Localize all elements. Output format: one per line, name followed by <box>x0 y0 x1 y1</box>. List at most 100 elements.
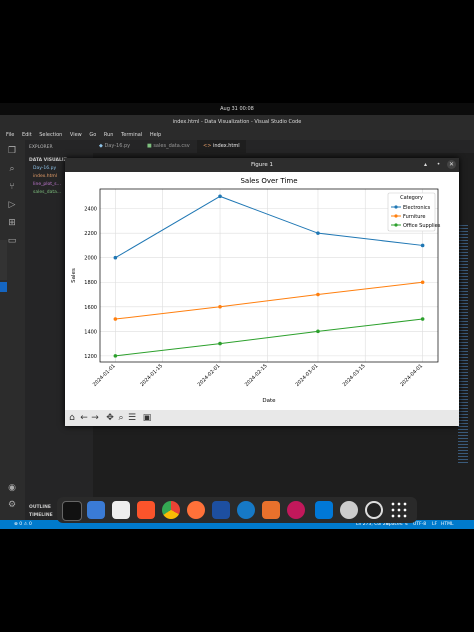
wireshark-icon[interactable] <box>237 501 255 519</box>
data-point <box>218 304 222 309</box>
x-tick-label: 2024-02-15 <box>244 363 269 388</box>
y-tick-label: 1800 <box>84 280 97 286</box>
data-point <box>113 317 118 321</box>
series-line <box>115 318 423 357</box>
legend-marker <box>394 214 398 218</box>
matplotlib-toolbar: ⌂ ← → ✥ ⌕ ☰ ▣ <box>65 410 459 426</box>
eol[interactable]: LF <box>432 520 437 529</box>
zoom-icon[interactable]: ⌕ <box>116 413 126 423</box>
figure-window: Figure 1 ▴ • ✕ Sales Over Time 1200 1400 16… <box>65 158 459 426</box>
search-icon[interactable]: ⌕ <box>7 164 17 174</box>
x-tick-label: 2024-03-01 <box>295 363 320 388</box>
menu-run[interactable]: Run <box>104 132 114 138</box>
vscode-icon[interactable] <box>315 501 333 519</box>
data-point <box>316 292 320 297</box>
chart: Sales Over Time 1200 1400 1600 1800 2000 2200 2… <box>71 177 441 404</box>
series-line <box>115 281 423 320</box>
pan-icon[interactable]: ✥ <box>105 413 115 423</box>
menu-file[interactable]: File <box>6 132 14 138</box>
account-icon[interactable]: ◉ <box>7 483 17 493</box>
files-icon[interactable]: ❐ <box>7 146 17 156</box>
file-line-plot[interactable]: line_plot_s... <box>33 181 61 188</box>
tab-index-html[interactable]: <> index.html <box>197 140 246 153</box>
chrome-icon[interactable] <box>162 501 180 519</box>
legend-marker <box>394 205 398 209</box>
back-icon[interactable]: ← <box>79 413 89 423</box>
y-tick-label: 2200 <box>84 231 97 237</box>
x-tick-label: 2024-01-15 <box>139 363 164 388</box>
files-icon[interactable] <box>87 501 105 519</box>
data-point <box>218 194 222 199</box>
problems-count[interactable]: ⊗ 0 ⚠ 0 <box>14 522 32 527</box>
forward-icon[interactable]: → <box>90 413 100 423</box>
x-tick-label: 2024-02-01 <box>197 363 222 388</box>
text-editor-icon[interactable] <box>112 501 130 519</box>
y-tick-label: 1200 <box>84 354 97 360</box>
maximize-icon[interactable]: ▴ <box>421 160 430 169</box>
menu-edit[interactable]: Edit <box>22 132 32 138</box>
save-icon[interactable]: ▣ <box>142 413 152 423</box>
close-icon[interactable]: ✕ <box>447 160 456 169</box>
file-day16[interactable]: Day-16.py <box>33 165 56 172</box>
background-window-edge <box>0 282 7 292</box>
malwarebytes-icon[interactable] <box>212 501 230 519</box>
app-grid-icon[interactable] <box>390 501 408 519</box>
x-tick-label: 2024-03-15 <box>342 363 367 388</box>
remote-icon[interactable]: ▭ <box>7 236 17 246</box>
data-point <box>420 280 425 285</box>
configure-icon[interactable]: ☰ <box>127 413 137 423</box>
gear-icon[interactable]: ⚙ <box>7 500 17 510</box>
data-point <box>113 354 118 358</box>
outline-section[interactable]: OUTLINE <box>29 504 51 511</box>
activity-bar: ❐ ⌕ ⑂ ▷ ⊞ ▭ ◉ ⚙ <box>0 140 25 520</box>
x-tick-label: 2024-04-01 <box>399 363 424 388</box>
source-control-icon[interactable]: ⑂ <box>7 182 17 192</box>
series-line <box>115 195 423 259</box>
menu-help[interactable]: Help <box>150 132 161 138</box>
settings-icon[interactable] <box>340 501 358 519</box>
explorer-header: EXPLORER <box>29 145 53 150</box>
extensions-icon[interactable]: ⊞ <box>7 218 17 228</box>
menu-selection[interactable]: Selection <box>39 132 62 138</box>
data-point <box>420 317 425 321</box>
burpsuite-icon[interactable] <box>262 501 280 519</box>
menu-view[interactable]: View <box>70 132 82 138</box>
minimap[interactable] <box>458 223 468 463</box>
tab-label: Day-16.py <box>104 143 131 149</box>
data-point <box>420 243 425 248</box>
legend-entry: Office Supplies <box>403 223 441 229</box>
html-file-icon: <> <box>203 143 213 149</box>
editor-tabs: ◆ Day-16.py ■ sales_data.csv <> index.ht… <box>93 140 474 153</box>
tab-label: sales_data.csv <box>153 143 190 149</box>
run-debug-icon[interactable]: ▷ <box>7 200 17 210</box>
minimize-icon[interactable]: • <box>434 160 443 169</box>
language-mode[interactable]: HTML <box>441 520 454 529</box>
y-tick-label: 2000 <box>84 256 97 262</box>
home-icon[interactable]: ⌂ <box>67 413 77 423</box>
data-point <box>316 329 320 334</box>
cherrytree-icon[interactable] <box>287 501 305 519</box>
terminal-icon[interactable] <box>62 501 82 521</box>
data-point <box>218 341 222 346</box>
menu-terminal[interactable]: Terminal <box>121 132 142 138</box>
x-axis-label: Date <box>262 398 276 404</box>
brave-icon[interactable] <box>137 501 155 519</box>
obs-icon[interactable] <box>365 501 383 519</box>
firefox-icon[interactable] <box>187 501 205 519</box>
figure-title: Figure 1 <box>250 162 274 168</box>
tab-sales-data[interactable]: ■ sales_data.csv <box>141 140 196 153</box>
legend-marker <box>394 223 398 227</box>
system-clock[interactable]: Aug 31 00:08 <box>0 103 474 115</box>
y-tick-label: 2400 <box>84 207 97 213</box>
figure-titlebar: Figure 1 ▴ • ✕ <box>65 158 459 172</box>
file-sales-data[interactable]: sales_data... <box>33 189 61 196</box>
timeline-section[interactable]: TIMELINE <box>29 512 53 519</box>
menu-go[interactable]: Go <box>89 132 96 138</box>
file-index-html[interactable]: index.html <box>33 173 57 180</box>
window-title: index.html - Data Visualization - Visual… <box>0 115 474 130</box>
y-tick-label: 1600 <box>84 305 97 311</box>
y-tick-label: 1400 <box>84 329 97 335</box>
tab-day16[interactable]: ◆ Day-16.py <box>93 140 136 153</box>
tab-label: index.html <box>212 143 240 149</box>
data-point <box>316 231 320 235</box>
